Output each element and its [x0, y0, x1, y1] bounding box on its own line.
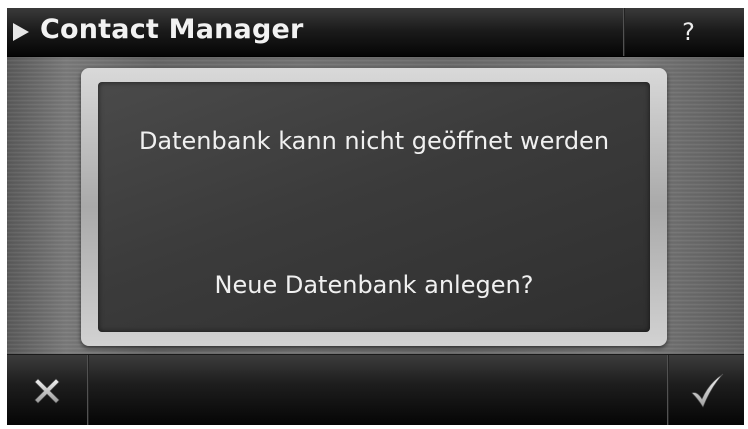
title-bar: Contact Manager ?	[7, 8, 744, 57]
play-arrow-icon	[13, 23, 29, 41]
help-label: ?	[682, 18, 695, 46]
bottom-divider-left	[87, 355, 89, 425]
device-screen: Contact Manager ? Datenbank kann nicht g…	[7, 8, 744, 425]
confirm-button[interactable]	[669, 355, 744, 425]
dialog-panel: Datenbank kann nicht geöffnet werden Neu…	[98, 82, 650, 332]
dialog-message: Datenbank kann nicht geöffnet werden	[138, 127, 610, 155]
dialog-question: Neue Datenbank anlegen?	[214, 271, 534, 299]
checkmark-icon	[690, 373, 723, 408]
cancel-button[interactable]	[7, 355, 87, 425]
close-icon	[34, 378, 60, 403]
app-title: Contact Manager	[40, 14, 304, 45]
dialog-frame: Datenbank kann nicht geöffnet werden Neu…	[81, 68, 667, 346]
help-button[interactable]: ?	[625, 8, 744, 56]
bottom-bar	[7, 354, 744, 425]
